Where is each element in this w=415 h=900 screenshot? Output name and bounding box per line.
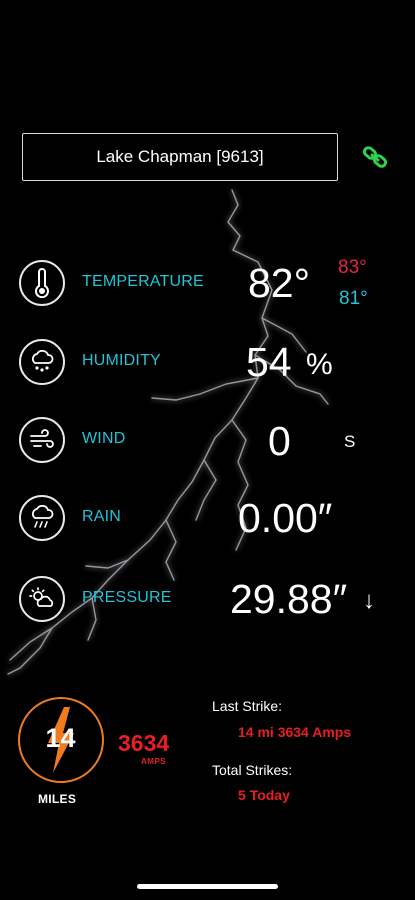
pressure-value: 29.88″	[230, 576, 348, 622]
temperature-label: TEMPERATURE	[82, 273, 204, 290]
rain-label: RAIN	[82, 508, 122, 525]
rain-cloud-icon	[19, 495, 65, 541]
rain-value: 0.00″	[238, 495, 333, 541]
strike-distance: 14	[45, 723, 76, 753]
wind-icon	[19, 417, 65, 463]
partly-cloudy-icon	[19, 576, 65, 622]
wind-row[interactable]: WIND 0 S	[0, 417, 415, 477]
wind-label: WIND	[82, 430, 126, 447]
last-strike-value: 14 mi 3634 Amps	[238, 724, 352, 740]
pressure-label: PRESSURE	[82, 589, 172, 606]
pressure-trend-icon: ↓	[363, 587, 375, 614]
temperature-low: 81°	[339, 288, 368, 309]
humidity-row[interactable]: HUMIDITY 54 %	[0, 339, 415, 399]
pressure-row[interactable]: PRESSURE 29.88″ ↓	[0, 576, 415, 636]
strike-amps-unit: AMPS	[141, 757, 167, 766]
strike-distance-circle[interactable]: 14	[18, 697, 104, 783]
link-icon[interactable]	[361, 143, 389, 171]
total-strikes-value: 5 Today	[238, 787, 290, 803]
station-selector[interactable]: Lake Chapman [9613]	[22, 133, 338, 181]
humidity-unit: %	[306, 348, 333, 381]
home-indicator[interactable]	[137, 884, 278, 889]
humidity-value: 54	[246, 339, 292, 385]
humidity-label: HUMIDITY	[82, 352, 161, 369]
rain-row[interactable]: RAIN 0.00″	[0, 495, 415, 555]
temperature-row[interactable]: TEMPERATURE 82° 83° 81°	[0, 257, 415, 320]
last-strike-label: Last Strike:	[212, 698, 283, 714]
total-strikes-label: Total Strikes:	[212, 762, 293, 778]
humidity-cloud-icon	[19, 339, 65, 385]
strike-amps: 3634	[118, 730, 170, 756]
temperature-value: 82°	[248, 260, 311, 306]
temperature-high: 83°	[338, 257, 367, 278]
wind-direction: S	[344, 432, 356, 451]
strike-distance-unit: MILES	[38, 792, 77, 806]
thermometer-icon	[19, 260, 65, 306]
station-name: Lake Chapman [9613]	[96, 147, 264, 166]
wind-value: 0	[268, 418, 291, 464]
